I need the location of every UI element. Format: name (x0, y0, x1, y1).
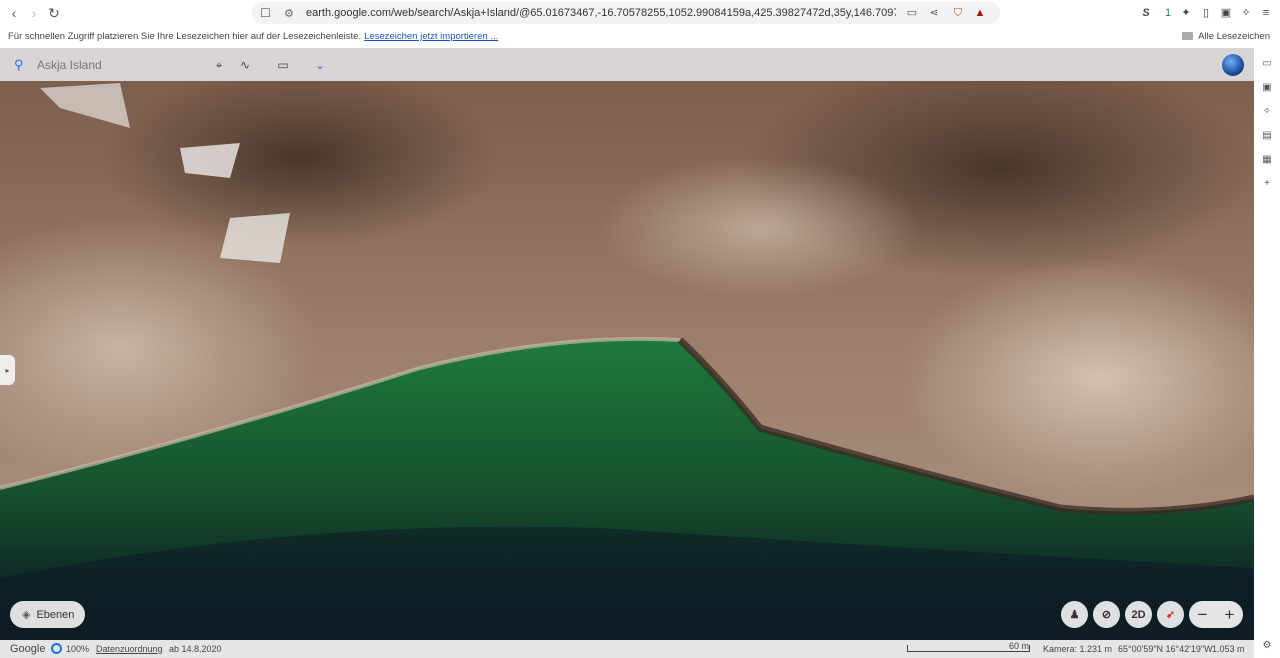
bookmarks-bar: Für schnellen Zugriff platzieren Sie Ihr… (0, 26, 1280, 48)
s-extension-icon[interactable]: S (1138, 5, 1154, 21)
bookmarks-sidebar-icon[interactable]: ▤ (1260, 129, 1274, 143)
sidebar-toggle-icon[interactable]: ▯ (1198, 5, 1214, 21)
placemark-icon[interactable]: ⌖ (210, 56, 228, 74)
zoom-controls: − + (1189, 601, 1243, 628)
profile-globe-icon[interactable] (1222, 54, 1244, 76)
rewards-icon[interactable]: ▲ (972, 5, 988, 21)
cast-icon[interactable]: ▭ (904, 5, 920, 21)
forward-icon[interactable]: › (24, 3, 44, 23)
quality-indicator-icon (51, 643, 62, 654)
pegman-icon[interactable]: ♟ (1061, 601, 1088, 628)
bookmarks-hint-text: Für schnellen Zugriff platzieren Sie Ihr… (8, 31, 362, 42)
coordinates: 65°00'59"N 16°42'19"W (1118, 644, 1213, 654)
search-input[interactable]: Askja Island (37, 58, 102, 72)
history-sidebar-icon[interactable]: ▦ (1260, 153, 1274, 167)
folder-icon (1182, 32, 1194, 40)
add-sidebar-icon[interactable]: + (1260, 177, 1274, 191)
scale-label: 60 m (1009, 641, 1030, 651)
compass-icon[interactable]: ➶ (1157, 601, 1184, 628)
mode-2d-button[interactable]: 2D (1125, 601, 1152, 628)
browser-toolbar: ‹ › ↻ ☐ ⚙ earth.google.com/web/search/As… (0, 0, 1280, 26)
leo-icon[interactable]: ✧ (1238, 5, 1254, 21)
site-settings-icon[interactable]: ⚙ (284, 7, 294, 20)
extension-badge-icon[interactable]: 1 (1160, 5, 1176, 21)
chevron-down-icon[interactable]: ⌄ (311, 56, 329, 74)
zoom-in-button[interactable]: + (1225, 605, 1235, 625)
elevation: 1.053 m (1212, 644, 1245, 654)
earth-toolbar: ⚲ Askja Island ⌖ ∿ ▭ ⌄ (0, 48, 1254, 81)
status-bar: Google 100% Datenzuordnung ab 14.8.2020 … (0, 640, 1254, 658)
brave-shield-icon[interactable]: ⛉ (950, 5, 966, 21)
layers-label: Ebenen (36, 608, 75, 621)
all-bookmarks-button[interactable]: Alle Lesezeichen (1182, 31, 1270, 42)
attribution-link[interactable]: Datenzuordnung (96, 644, 163, 654)
settings-gear-icon[interactable]: ⚙ (1260, 639, 1274, 653)
layers-button[interactable]: ◈ Ebenen (10, 601, 85, 628)
path-icon[interactable]: ∿ (236, 56, 254, 74)
puzzle-icon[interactable]: ✦ (1178, 5, 1194, 21)
url-text[interactable]: earth.google.com/web/search/Askja+Island… (306, 7, 896, 19)
camera-altitude: Kamera: 1.231 m (1043, 644, 1113, 654)
leo-sidebar-icon[interactable]: ✧ (1260, 105, 1274, 119)
menu-icon[interactable]: ≡ (1258, 5, 1274, 21)
reload-icon[interactable]: ↻ (44, 3, 64, 23)
wallet-icon[interactable]: ▣ (1218, 5, 1234, 21)
satellite-imagery[interactable] (0, 48, 1254, 658)
quality-value: 100% (66, 644, 90, 654)
share-icon[interactable]: ⋖ (926, 5, 942, 21)
imagery-date: ab 14.8.2020 (169, 644, 222, 654)
measure-icon[interactable]: ▭ (274, 56, 292, 74)
address-bar[interactable]: ☐ ⚙ earth.google.com/web/search/Askja+Is… (252, 2, 1000, 24)
tilt-icon[interactable]: ⊘ (1093, 601, 1120, 628)
bookmark-icon[interactable]: ☐ (260, 6, 271, 20)
layers-icon: ◈ (22, 609, 31, 621)
search-icon[interactable]: ⚲ (14, 57, 24, 73)
browser-sidebar: ▭ ▣ ✧ ▤ ▦ + ⚙ (1254, 48, 1280, 658)
earth-view[interactable]: ⚲ Askja Island ⌖ ∿ ▭ ⌄ ▸ ◈ Ebenen ♟ ⊘ 2D… (0, 48, 1254, 658)
zoom-out-button[interactable]: − (1198, 605, 1208, 625)
reading-list-icon[interactable]: ▭ (1260, 57, 1274, 71)
bookmarks-hint: Für schnellen Zugriff platzieren Sie Ihr… (8, 31, 498, 42)
import-bookmarks-link[interactable]: Lesezeichen jetzt importieren ... (364, 31, 498, 42)
back-icon[interactable]: ‹ (4, 3, 24, 23)
all-bookmarks-label: Alle Lesezeichen (1198, 31, 1270, 42)
wallet-sidebar-icon[interactable]: ▣ (1260, 81, 1274, 95)
expand-panel-button[interactable]: ▸ (0, 355, 15, 385)
google-logo: Google (10, 643, 46, 655)
